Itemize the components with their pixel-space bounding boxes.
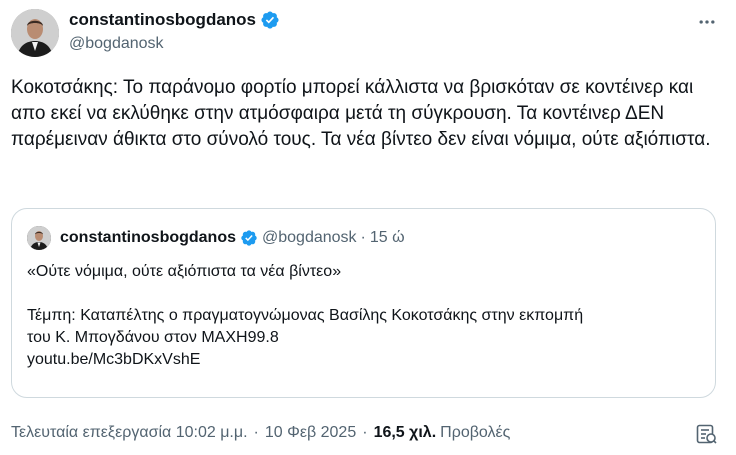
quoted-text-line: «Ούτε νόμιμα, ούτε αξιόπιστα τα νέα βίντ… <box>27 263 342 280</box>
more-horizontal-icon <box>697 12 717 37</box>
avatar[interactable] <box>11 9 59 57</box>
tweet: constantinosbogdanos @bogdanosk Κοκοτσάκ… <box>0 0 736 455</box>
quoted-tweet[interactable]: constantinosbogdanos @bogdanosk · 15 ώ «… <box>11 208 716 398</box>
quoted-display-name[interactable]: constantinosbogdanos <box>60 228 236 248</box>
tweet-meta: Τελευταία επεξεργασία 10:02 μ.μ. · 10 Φε… <box>11 423 510 443</box>
author-name-text[interactable]: constantinosbogdanos <box>69 10 256 30</box>
post-date[interactable]: 10 Φεβ 2025 <box>265 423 356 443</box>
author-display-name[interactable]: constantinosbogdanos <box>69 10 280 30</box>
views-label: Προβολές <box>440 424 511 441</box>
author-handle[interactable]: @bogdanosk <box>69 34 164 54</box>
quoted-text-line: του Κ. Μπογδάνου στον ΜΑΧΗ99.8 <box>27 329 279 346</box>
quoted-text: «Ούτε νόμιμα, ούτε αξιόπιστα τα νέα βίντ… <box>27 261 707 371</box>
quoted-text-spacer <box>27 283 707 305</box>
separator-dot: · <box>360 229 366 246</box>
edited-timestamp[interactable]: Τελευταία επεξεργασία 10:02 μ.μ. <box>11 423 248 443</box>
views-count: 16,5 χιλ. <box>373 424 437 441</box>
separator-dot: · <box>253 424 259 441</box>
quoted-header: constantinosbogdanos @bogdanosk · 15 ώ <box>60 228 405 248</box>
verified-badge-icon <box>240 229 258 247</box>
separator-dot: · <box>362 424 368 441</box>
quoted-text-line: Τέμπη: Καταπέλτης ο πραγματογνώμονας Βασ… <box>27 307 584 324</box>
quoted-avatar[interactable] <box>27 226 51 250</box>
more-button[interactable] <box>692 9 722 39</box>
quoted-handle[interactable]: @bogdanosk <box>262 228 357 248</box>
analytics-icon[interactable] <box>694 422 718 446</box>
quoted-link[interactable]: youtu.be/Mc3bDKxVshE <box>27 349 707 371</box>
verified-badge-icon[interactable] <box>260 10 280 30</box>
quoted-timestamp[interactable]: 15 ώ <box>370 228 405 248</box>
tweet-text: Κοκοτσάκης: Το παράνομο φορτίο μπορεί κά… <box>11 77 711 150</box>
